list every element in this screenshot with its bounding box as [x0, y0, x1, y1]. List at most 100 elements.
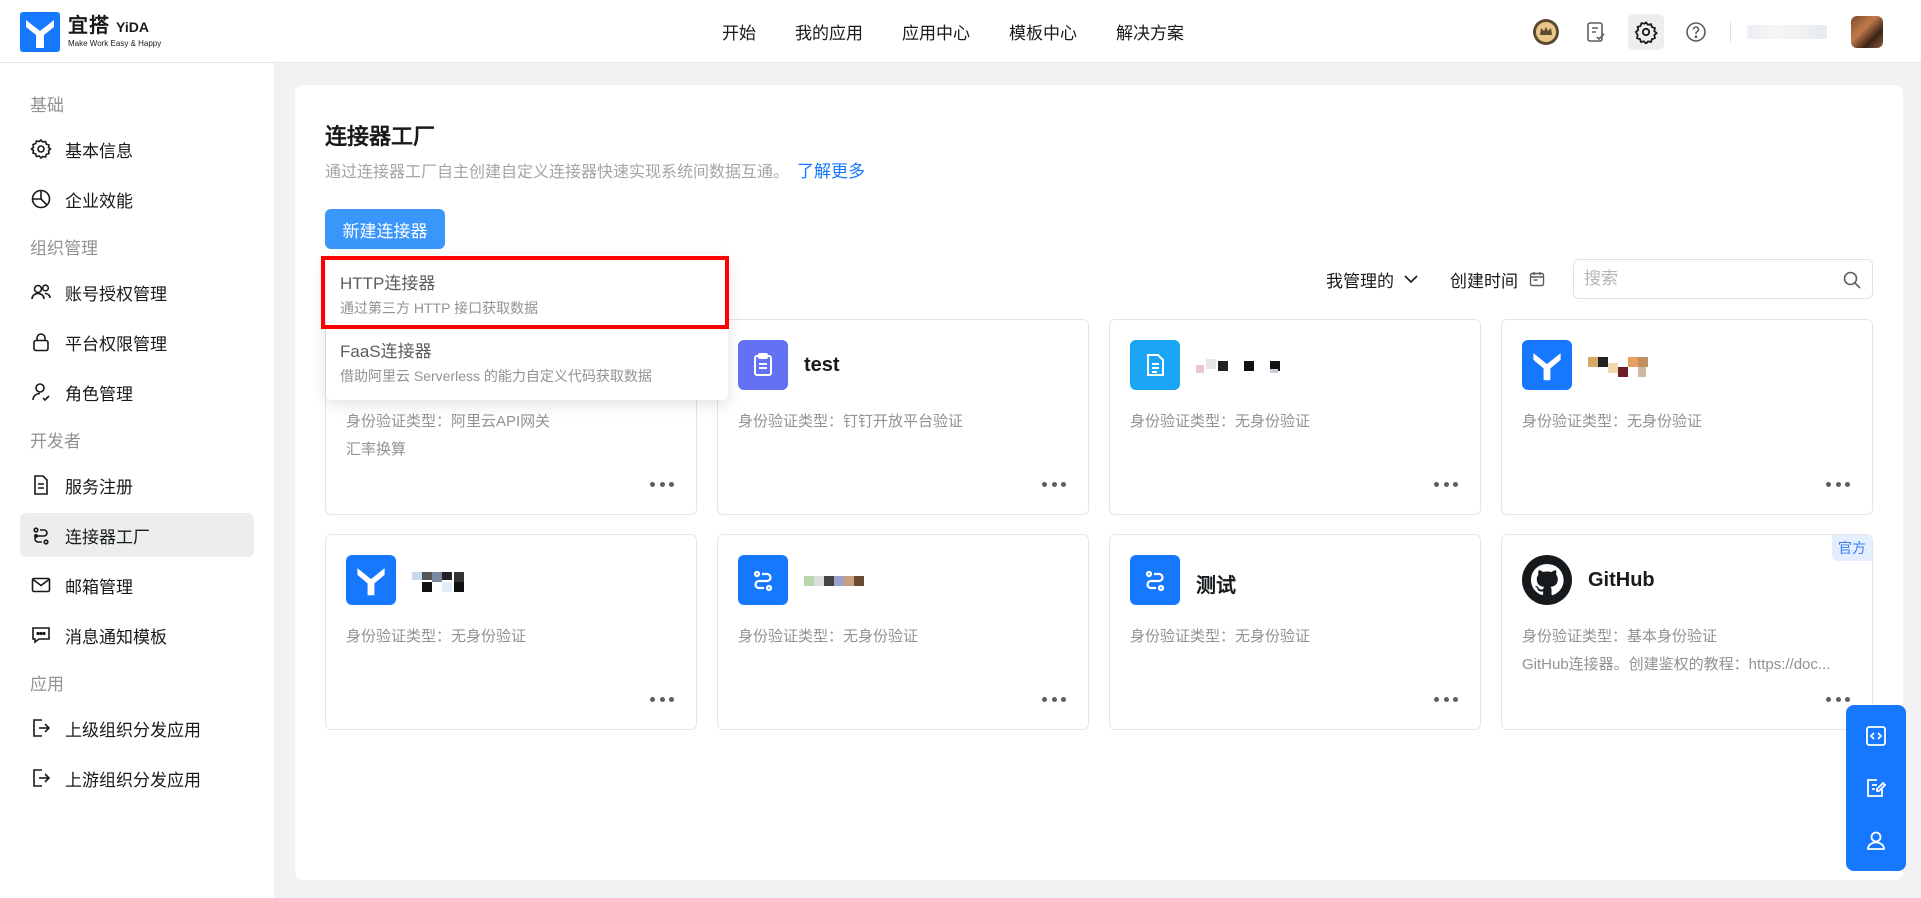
connector-card[interactable]: 身份验证类型：无身份验证: [1501, 319, 1873, 515]
connector-card[interactable]: 身份验证类型：无身份验证: [1109, 319, 1481, 515]
document-icon: [1130, 340, 1180, 390]
sidebar-item-mail[interactable]: 邮箱管理: [20, 563, 254, 607]
code-window-icon[interactable]: [1863, 723, 1889, 749]
login-arrow-icon: [33, 719, 51, 737]
nav-my-apps[interactable]: 我的应用: [795, 19, 863, 44]
sidebar-item-service-registry[interactable]: 服务注册: [20, 463, 254, 507]
more-options-icon[interactable]: [1826, 482, 1850, 488]
help-icon[interactable]: [1678, 14, 1714, 50]
edit-note-icon[interactable]: [1863, 775, 1889, 801]
sidebar-item-parent-org-apps[interactable]: 上级组织分发应用: [20, 706, 254, 750]
card-auth-type: 身份验证类型：无身份验证: [1130, 628, 1311, 645]
more-options-icon[interactable]: [650, 482, 674, 488]
connector-card[interactable]: test 身份验证类型：钉钉开放平台验证: [717, 319, 1089, 515]
section-title-org: 组织管理: [30, 239, 98, 258]
sidebar-item-label: 连接器工厂: [65, 527, 150, 547]
card-name: 测试: [1196, 575, 1236, 597]
user-avatar[interactable]: [1851, 15, 1883, 48]
card-auth-type: 身份验证类型：无身份验证: [1522, 413, 1703, 430]
card-name: GitHub: [1588, 569, 1655, 591]
section-title-basic: 基础: [30, 96, 64, 115]
sidebar-item-label: 上游组织分发应用: [65, 770, 201, 790]
connector-icon: [738, 555, 788, 605]
connector-icon: [33, 527, 49, 545]
learn-more-link[interactable]: 了解更多: [797, 162, 865, 181]
owner-filter-select[interactable]: 我管理的: [1326, 267, 1420, 292]
card-name: test: [804, 354, 840, 376]
page-title: 连接器工厂: [325, 124, 436, 149]
section-title-developer: 开发者: [30, 432, 81, 451]
brand-slogan: Make Work Easy & Happy: [68, 39, 162, 48]
sidebar-item-label: 企业效能: [65, 191, 133, 211]
connector-card[interactable]: 测试 身份验证类型：无身份验证: [1109, 534, 1481, 730]
more-options-icon[interactable]: [1042, 482, 1066, 488]
connector-icon: [1130, 555, 1180, 605]
card-auth-type: 身份验证类型：无身份验证: [346, 628, 527, 645]
sidebar-item-message-template[interactable]: 消息通知模板: [20, 613, 254, 657]
connector-card[interactable]: 身份验证类型：无身份验证: [325, 534, 697, 730]
search-icon[interactable]: [1842, 270, 1862, 290]
sidebar-item-basic-info[interactable]: 基本信息: [20, 127, 254, 171]
sidebar-item-efficiency[interactable]: 企业效能: [20, 177, 254, 221]
sidebar-item-account-auth[interactable]: 账号授权管理: [20, 270, 254, 314]
new-connector-button[interactable]: 新建连接器: [325, 209, 445, 249]
mail-icon: [31, 577, 51, 593]
official-badge: 官方: [1832, 535, 1872, 561]
main-content: 连接器工厂 通过连接器工厂自主创建自定义连接器快速实现系统间数据互通。 了解更多 …: [295, 85, 1903, 880]
card-name-blurred: [412, 570, 522, 592]
card-auth-type: 身份验证类型：基本身份验证: [1522, 628, 1718, 645]
card-auth-type: 身份验证类型：无身份验证: [1130, 413, 1311, 430]
todo-list-icon[interactable]: [1578, 14, 1614, 50]
crown-badge-icon[interactable]: [1528, 14, 1564, 50]
sort-by-created-time[interactable]: 创建时间: [1450, 267, 1546, 292]
card-auth-type: 身份验证类型：阿里云API网关: [346, 413, 551, 430]
page-description: 通过连接器工厂自主创建自定义连接器快速实现系统间数据互通。 了解更多: [325, 157, 865, 182]
filter-label: 我管理的: [1326, 271, 1394, 291]
settings-sidebar: 基础 基本信息 企业效能 组织管理 账号授权管理 平台权限管理 角色管理 开发者…: [0, 63, 274, 898]
calendar-icon: [1529, 272, 1545, 287]
nav-template-center[interactable]: 模板中心: [1009, 19, 1077, 44]
settings-gear-icon[interactable]: [1628, 13, 1664, 50]
top-header: 宜搭 YiDA Make Work Easy & Happy 开始 我的应用 应用…: [0, 0, 1921, 63]
dropdown-item-faas[interactable]: FaaS连接器 借助阿里云 Serverless 的能力自定义代码获取数据: [326, 323, 728, 388]
card-description: 汇率换算: [346, 441, 407, 458]
sidebar-item-label: 消息通知模板: [65, 627, 167, 647]
sidebar-item-upstream-org-apps[interactable]: 上游组织分发应用: [20, 756, 254, 800]
more-options-icon[interactable]: [1826, 697, 1850, 703]
highlight-box: [321, 256, 729, 329]
yida-logo-icon: [346, 555, 396, 605]
floating-toolbar: [1846, 705, 1906, 871]
section-title-apps: 应用: [30, 675, 64, 694]
card-auth-type: 身份验证类型：无身份验证: [738, 628, 919, 645]
user-name-blurred[interactable]: [1747, 24, 1827, 39]
card-description: GitHub连接器。创建鉴权的教程：https://doc...: [1522, 656, 1831, 673]
sidebar-item-roles[interactable]: 角色管理: [20, 370, 254, 414]
description-text: 通过连接器工厂自主创建自定义连接器快速实现系统间数据互通。: [325, 164, 790, 181]
card-name-blurred: [804, 570, 914, 590]
more-options-icon[interactable]: [1434, 697, 1458, 703]
sidebar-item-label: 账号授权管理: [65, 284, 167, 304]
more-options-icon[interactable]: [1042, 697, 1066, 703]
yida-logo[interactable]: 宜搭 YiDA Make Work Easy & Happy: [20, 12, 161, 52]
brand-name-en: YiDA: [116, 19, 149, 35]
github-icon: [1522, 555, 1572, 605]
nav-solutions[interactable]: 解决方案: [1116, 19, 1184, 44]
sidebar-item-platform-permission[interactable]: 平台权限管理: [20, 320, 254, 364]
more-options-icon[interactable]: [1434, 482, 1458, 488]
customer-service-icon[interactable]: [1863, 827, 1889, 853]
nav-start[interactable]: 开始: [722, 19, 756, 44]
clipboard-icon: [738, 340, 788, 390]
connector-card[interactable]: 身份验证类型：无身份验证: [717, 534, 1089, 730]
header-divider: [1730, 21, 1731, 42]
search-input[interactable]: [1574, 260, 1834, 298]
more-options-icon[interactable]: [650, 697, 674, 703]
connector-card[interactable]: 官方 GitHub 身份验证类型：基本身份验证 GitHub连接器。创建鉴权的教…: [1501, 534, 1873, 730]
card-name-blurred: [1196, 355, 1306, 375]
login-arrow-icon: [33, 769, 51, 787]
sidebar-item-label: 角色管理: [65, 384, 133, 404]
dropdown-item-subtitle: 借助阿里云 Serverless 的能力自定义代码获取数据: [340, 368, 652, 384]
nav-app-center[interactable]: 应用中心: [902, 19, 970, 44]
dropdown-item-title: FaaS连接器: [340, 342, 432, 361]
card-auth-type: 身份验证类型：钉钉开放平台验证: [738, 413, 964, 430]
sidebar-item-connector-factory[interactable]: 连接器工厂: [20, 513, 254, 557]
